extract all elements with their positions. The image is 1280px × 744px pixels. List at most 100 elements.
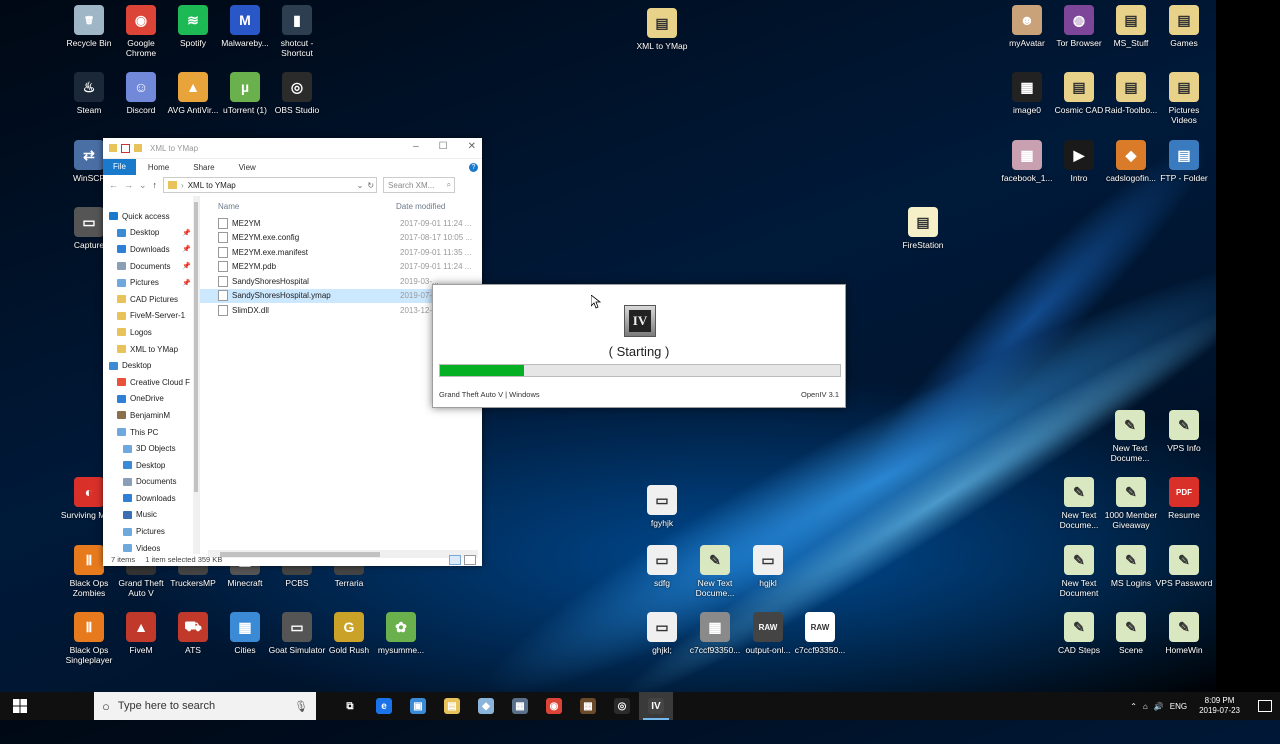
desktop-icon-discord[interactable]: ☺ Discord [112,72,170,115]
desktop-icon-resume[interactable]: PDF Resume [1155,477,1213,520]
desktop-icon-tor-browser[interactable]: ◍ Tor Browser [1050,5,1108,48]
nav-item[interactable]: Pictures [103,523,199,540]
nav-item[interactable]: Documents 📌 [103,258,199,275]
desktop-icon-firestation[interactable]: ▤ FireStation [894,207,952,250]
desktop-icon-ms-logins[interactable]: ✎ MS Logins [1102,545,1160,588]
desktop-icon-image0[interactable]: ▦ image0 [998,72,1056,115]
desktop-icon-recycle-bin[interactable]: 🗑 Recycle Bin [60,5,118,48]
tab-file[interactable]: File [103,159,136,175]
refresh-icon[interactable]: ↻ [367,181,376,190]
tab-view[interactable]: View [227,163,268,172]
taskbar-search-input[interactable]: ○ Type here to search 🎙 [94,692,316,720]
desktop-icon-cadslogo[interactable]: ◆ cadslogofin... [1102,140,1160,183]
minimize-icon[interactable]: – [413,141,419,152]
back-arrow-icon[interactable]: ← [109,180,118,190]
nav-item[interactable]: Documents [103,474,199,491]
column-name[interactable]: Name [218,202,396,211]
forward-arrow-icon[interactable]: → [124,180,133,190]
desktop-icon-games[interactable]: ▤ Games [1155,5,1213,48]
desktop-icon-gold-rush[interactable]: G Gold Rush [320,612,378,655]
new-folder-icon[interactable] [134,144,142,152]
notification-icon[interactable] [1258,700,1272,712]
nav-item[interactable]: Music [103,507,199,524]
volume-icon[interactable]: 🔊 [1154,702,1164,711]
desktop-icon-cosmic-cad[interactable]: ▤ Cosmic CAD [1050,72,1108,115]
desktop-icon-facebook[interactable]: ▦ facebook_1... [998,140,1056,183]
up-arrow-icon[interactable]: ↑ [153,180,158,190]
nav-item[interactable]: XML to YMap [103,341,199,358]
desktop-icon-mysummer[interactable]: ✿ mysumme... [372,612,430,655]
desktop-icon-myavatar[interactable]: ☻ myAvatar [998,5,1056,48]
chevron-down-icon[interactable]: ⌄ [139,180,147,191]
breadcrumb[interactable]: XML to YMap [188,181,236,190]
desktop-icon-shotcut[interactable]: ▮ shotcut - Shortcut [268,5,326,58]
desktop-icon-vps-info[interactable]: ✎ VPS Info [1155,410,1213,453]
taskbar-app-obs[interactable]: ◎ [605,692,639,720]
desktop-icon-hgjkl[interactable]: ▭ hgjkl [739,545,797,588]
large-icons-view-icon[interactable] [464,554,476,565]
nav-item[interactable]: Desktop [103,357,199,374]
input-language[interactable]: ENG [1170,702,1187,711]
nav-item[interactable]: Downloads 📌 [103,241,199,258]
properties-icon[interactable] [121,143,130,153]
maximize-icon[interactable]: ☐ [439,141,448,152]
desktop-icon-google-chrome[interactable]: ◉ Google Chrome [112,5,170,58]
tab-share[interactable]: Share [181,163,226,172]
nav-item[interactable]: OneDrive [103,391,199,408]
file-row[interactable]: ME2YM.pdb 2017-09-01 11:24 ... [200,260,482,275]
desktop-icon-cities[interactable]: ▦ Cities [216,612,274,655]
desktop-icon-fgyhjk[interactable]: ▭ fgyhjk [633,485,691,528]
network-icon[interactable]: ⌂ [1143,702,1148,711]
desktop-icon-new-text-2[interactable]: ✎ New Text Docume... [1050,477,1108,530]
desktop-icon-homewin[interactable]: ✎ HomeWin [1155,612,1213,655]
nav-item[interactable]: Desktop 📌 [103,225,199,242]
desktop-icon-intro[interactable]: ▶ Intro [1050,140,1108,183]
nav-item[interactable]: Creative Cloud F [103,374,199,391]
taskbar-app-openiv[interactable]: IV [639,692,673,720]
nav-item[interactable]: Logos [103,324,199,341]
taskbar-app-minecraft[interactable]: ▦ [571,692,605,720]
taskbar-app-chrome[interactable]: ◉ [537,692,571,720]
desktop-icon-vps-password[interactable]: ✎ VPS Password [1155,545,1213,588]
column-date-modified[interactable]: Date modified [396,202,445,211]
desktop-icon-c7ccf2[interactable]: RAW c7ccf93350... [791,612,849,655]
nav-item[interactable]: Quick access [103,208,199,225]
desktop-icon-new-text-1[interactable]: ✎ New Text Docume... [1101,410,1159,463]
nav-item[interactable]: Videos [103,540,199,554]
taskbar-app-app6[interactable]: ▦ [503,692,537,720]
desktop-icon-sdfg[interactable]: ▭ sdfg [633,545,691,588]
nav-item[interactable]: Desktop [103,457,199,474]
desktop-icon-output-onl[interactable]: RAW output-onl... [739,612,797,655]
desktop-icon-raid-toolbox[interactable]: ▤ Raid-Toolbo... [1102,72,1160,115]
desktop-icon-spotify[interactable]: ≋ Spotify [164,5,222,48]
desktop-icon-xml-to-ymap-desk[interactable]: ▤ XML to YMap [633,8,691,51]
close-icon[interactable]: ✕ [468,141,476,152]
nav-item[interactable]: FiveM-Server-1 [103,308,199,325]
desktop-icon-utorrent[interactable]: µ uTorrent (1) [216,72,274,115]
details-view-icon[interactable] [449,554,461,565]
nav-item[interactable]: This PC [103,424,199,441]
start-button[interactable] [0,692,40,720]
desktop-icon-black-ops-single[interactable]: Ⅱ Black Ops Singleplayer [60,612,118,665]
nav-item[interactable]: CAD Pictures [103,291,199,308]
desktop-icon-fivem[interactable]: ▲ FiveM [112,612,170,655]
help-icon[interactable]: ? [469,162,478,172]
file-explorer-window[interactable]: XML to YMap – ☐ ✕ File Home Share View ?… [103,138,482,566]
desktop-icon-steam[interactable]: ♨ Steam [60,72,118,115]
taskbar-app-store[interactable]: ▣ [401,692,435,720]
desktop-icon-pictures-videos[interactable]: ▤ Pictures Videos [1155,72,1213,125]
taskbar-app-edge[interactable]: e [367,692,401,720]
file-row[interactable]: ME2YM.exe.config 2017-08-17 10:05 ... [200,231,482,246]
address-bar[interactable]: › XML to YMap ⌄ ↻ [163,177,378,193]
nav-scrollbar[interactable] [193,196,199,554]
file-row[interactable]: ME2YM.exe.manifest 2017-09-01 11:35 ... [200,245,482,260]
taskbar-app-task-view[interactable]: ⧉ [333,692,367,720]
explorer-titlebar[interactable]: XML to YMap – ☐ ✕ [103,138,482,159]
desktop-icon-ftp-folder[interactable]: ▤ FTP - Folder [1155,140,1213,183]
taskbar-app-explorer[interactable]: ▤ [435,692,469,720]
desktop-icon-malwarebytes[interactable]: M Malwareby... [216,5,274,48]
desktop-icon-new-text-doc[interactable]: ✎ New Text Document [1050,545,1108,598]
desktop-icon-obs[interactable]: ◎ OBS Studio [268,72,326,115]
desktop-icon-1000-member[interactable]: ✎ 1000 Member Giveaway [1102,477,1160,530]
nav-item[interactable]: Downloads [103,490,199,507]
